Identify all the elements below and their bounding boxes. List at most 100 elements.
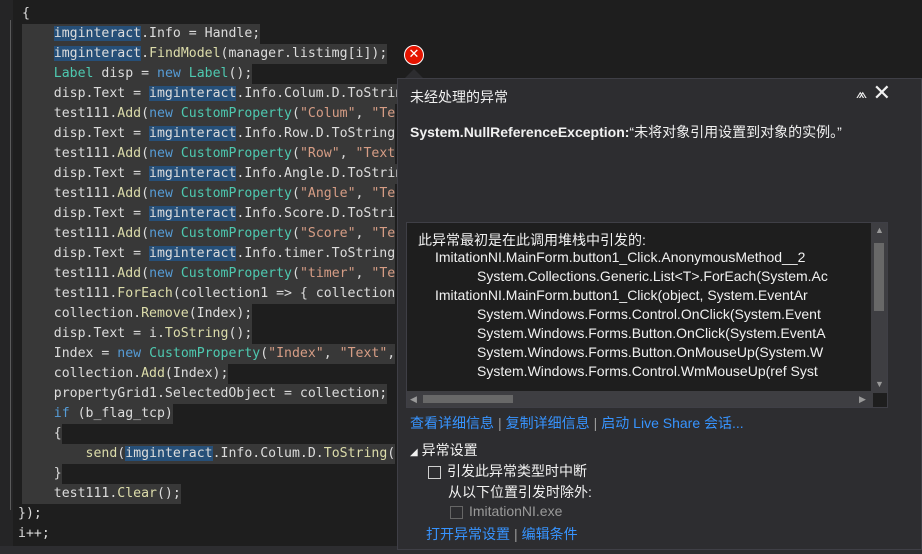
code-token: ( — [141, 226, 150, 241]
code-line[interactable]: test111.Clear(); — [22, 484, 181, 504]
code-token: CustomProperty — [149, 346, 261, 361]
code-token: test111. — [22, 186, 118, 201]
code-token: test111. — [22, 486, 118, 501]
settings-links: 打开异常设置 | 编辑条件 — [426, 524, 578, 544]
code-line[interactable]: send(imginteract.Info.Colum.D.ToString( — [22, 444, 396, 464]
code-token: "Index" — [268, 346, 324, 361]
code-token: test111. — [22, 146, 118, 161]
code-line[interactable]: collection.Remove(Index); — [22, 304, 253, 324]
call-stack-box[interactable]: 此异常最初是在此调用堆栈中引发的: ImitationNI.MainForm.b… — [406, 222, 888, 408]
pin-icon[interactable]: ⩕ — [856, 85, 867, 102]
code-line[interactable]: { — [22, 4, 30, 24]
stack-horizontal-scrollbar[interactable]: ◀ ▶ — [407, 391, 873, 407]
code-token: "timer" — [299, 266, 356, 281]
code-line[interactable]: imginteract.Info = Handle; — [22, 24, 261, 44]
code-line[interactable]: propertyGrid1.SelectedObject = collectio… — [22, 384, 388, 404]
code-token: .Info.Colum.D. — [212, 446, 324, 461]
link-separator: | — [593, 415, 598, 431]
code-line[interactable]: disp.Text = imginteract.Info.Row.D.ToStr… — [22, 124, 396, 144]
stack-horizontal-scroll-thumb[interactable] — [423, 395, 513, 403]
code-token: ( — [387, 446, 396, 461]
scroll-left-arrow-icon[interactable]: ◀ — [410, 394, 417, 405]
code-token: { — [22, 426, 62, 441]
close-icon[interactable]: ✕ — [873, 81, 891, 105]
scroll-right-arrow-icon[interactable]: ▶ — [859, 394, 866, 405]
code-token: CustomProperty — [180, 146, 292, 161]
collapse-triangle-icon[interactable]: ◢ — [410, 447, 418, 458]
code-token: collection. — [22, 306, 142, 321]
error-icon[interactable]: ✕ — [404, 45, 424, 65]
code-line[interactable]: i++; — [18, 524, 50, 544]
code-token: Label — [53, 66, 94, 81]
code-line[interactable]: collection.Add(Index); — [22, 364, 229, 384]
stack-vertical-scrollbar[interactable]: ▲ ▼ — [871, 223, 887, 393]
code-line[interactable]: if (b_flag_tcp) — [22, 404, 173, 424]
code-token: disp.Text = — [22, 246, 150, 261]
code-token: . — [141, 46, 150, 61]
code-token: "Text" — [339, 346, 388, 361]
live-share-link[interactable]: 启动 Live Share 会话... — [601, 415, 743, 431]
code-line[interactable]: test111.ForEach(collection1 => { collect… — [22, 284, 396, 304]
code-line[interactable]: test111.Add(new CustomProperty("Colum", … — [22, 104, 396, 124]
code-token: ForEach — [117, 286, 173, 301]
copy-details-link[interactable]: 复制详细信息 — [506, 415, 590, 431]
code-token: FindModel — [149, 46, 221, 61]
code-token: ( — [292, 106, 300, 121]
code-token: }); — [18, 506, 42, 521]
edit-conditions-link[interactable]: 编辑条件 — [522, 526, 578, 542]
code-line[interactable]: }); — [18, 504, 42, 524]
code-token: imginteract — [149, 166, 237, 181]
fold-guide-line — [10, 20, 11, 510]
code-token: .Info.Angle.D.ToStrin — [236, 166, 404, 181]
code-token: imginteract — [125, 446, 213, 461]
break-on-exception-option[interactable]: 引发此异常类型时中断 — [428, 461, 587, 481]
code-token: send — [85, 446, 118, 461]
code-line[interactable]: disp.Text = imginteract.Info.Score.D.ToS… — [22, 204, 396, 224]
stack-frame: ImitationNI.MainForm.button1_Click(objec… — [435, 287, 808, 303]
code-line[interactable]: disp.Text = i.ToString(); — [22, 324, 253, 344]
code-token: .Info.timer.ToString — [236, 246, 396, 261]
view-details-link[interactable]: 查看详细信息 — [410, 415, 494, 431]
code-line[interactable]: disp.Text = imginteract.Info.Angle.D.ToS… — [22, 164, 404, 184]
code-token: .Info.Row.D.ToString — [236, 126, 396, 141]
code-token: disp.Text = — [22, 206, 150, 221]
open-exception-settings-link[interactable]: 打开异常设置 — [426, 526, 510, 542]
code-token: imginteract — [53, 26, 142, 41]
code-token: Add — [117, 106, 142, 121]
stack-frame: System.Collections.Generic.List<T>.ForEa… — [477, 268, 828, 284]
code-token: new — [157, 66, 181, 81]
break-on-exception-checkbox[interactable] — [428, 465, 441, 479]
code-line[interactable]: { — [22, 424, 62, 444]
code-token: imginteract — [53, 46, 142, 61]
code-token: , — [355, 226, 372, 241]
code-line[interactable]: imginteract.FindModel(manager.listimg[i]… — [22, 44, 388, 64]
code-line[interactable]: disp.Text = imginteract.Info.timer.ToStr… — [22, 244, 396, 264]
code-line[interactable]: test111.Add(new CustomProperty("Angle", … — [22, 184, 396, 204]
code-token: ( — [141, 146, 150, 161]
code-token: ( — [141, 106, 150, 121]
exception-settings-header[interactable]: ◢ 异常设置 — [410, 440, 478, 460]
code-line[interactable]: } — [22, 464, 62, 484]
code-line[interactable]: disp.Text = imginteract.Info.Colum.D.ToS… — [22, 84, 412, 104]
stack-vertical-scroll-thumb[interactable] — [874, 243, 884, 311]
code-token: test111. — [22, 266, 118, 281]
code-token: disp.Text = i. — [22, 326, 165, 341]
code-token: Add — [117, 186, 142, 201]
code-token: ( — [292, 186, 300, 201]
code-line[interactable]: Index = new CustomProperty("Index", "Tex… — [22, 344, 396, 364]
scroll-up-arrow-icon[interactable]: ▲ — [875, 225, 884, 235]
code-token: "Score" — [299, 226, 356, 241]
code-line[interactable]: test111.Add(new CustomProperty("Score", … — [22, 224, 396, 244]
code-token: collection. — [22, 366, 142, 381]
code-line[interactable]: test111.Add(new CustomProperty("timer", … — [22, 264, 396, 284]
code-line[interactable]: test111.Add(new CustomProperty("Row", "T… — [22, 144, 396, 164]
code-token: "Row" — [299, 146, 340, 161]
code-line[interactable]: Label disp = new Label(); — [22, 64, 253, 84]
code-token: new — [149, 266, 173, 281]
scroll-down-arrow-icon[interactable]: ▼ — [875, 379, 884, 389]
